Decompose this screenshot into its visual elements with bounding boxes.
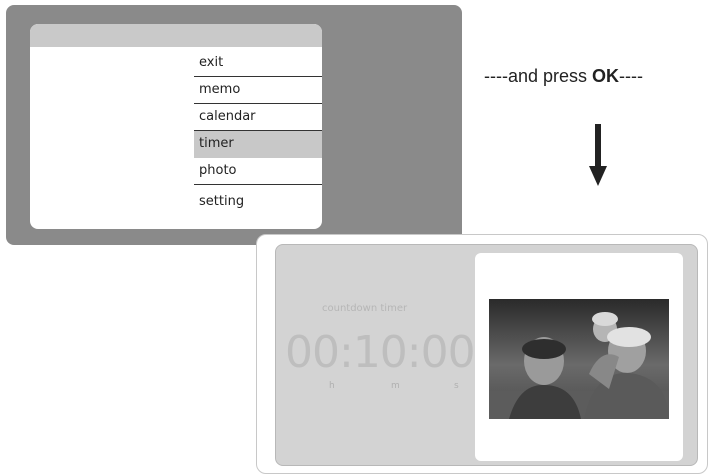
timer-digits: 00:10:00 (285, 327, 476, 378)
menu-item-setting[interactable]: setting (194, 185, 322, 221)
instruction-key: OK (592, 66, 620, 86)
instruction-text: ----and press OK---- (484, 66, 643, 87)
timer-screen: countdown timer 00:10:00 h m s (256, 234, 708, 474)
unit-minutes: m (391, 381, 400, 391)
down-arrow-icon (589, 124, 607, 186)
unit-hours: h (329, 381, 335, 391)
menu-item-calendar[interactable]: calendar (194, 104, 322, 131)
menu-screen: exit memo calendar timer photo setting (6, 5, 462, 245)
menu-item-exit[interactable]: exit (194, 50, 322, 77)
photo-card (475, 253, 683, 461)
menu-item-memo[interactable]: memo (194, 77, 322, 104)
unit-seconds: s (454, 381, 459, 391)
timer-panel: countdown timer 00:10:00 h m s (275, 244, 698, 466)
menu-item-timer[interactable]: timer (194, 131, 322, 158)
instruction-suffix: ---- (619, 66, 644, 86)
instruction-prefix: ----and press (484, 66, 593, 86)
menu-list: exit memo calendar timer photo setting (194, 50, 322, 221)
menu-item-photo[interactable]: photo (194, 158, 322, 185)
menu-header-bar (30, 24, 322, 47)
family-photo-image (489, 299, 669, 419)
timer-title: countdown timer (322, 303, 408, 314)
menu-panel: exit memo calendar timer photo setting (30, 24, 322, 229)
